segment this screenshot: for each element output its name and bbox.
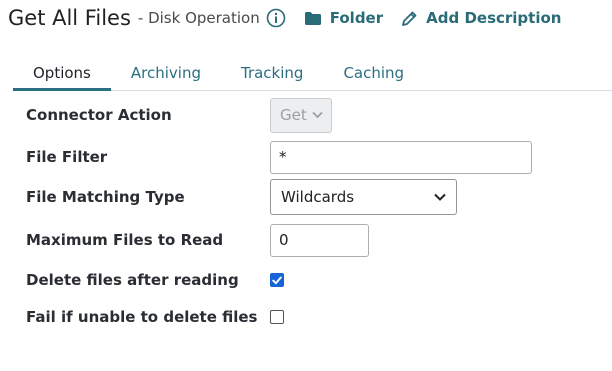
max-files-label: Maximum Files to Read	[26, 231, 224, 249]
file-matching-type-value: Wildcards	[281, 188, 355, 206]
tab-archiving[interactable]: Archiving	[111, 56, 221, 90]
tab-tracking[interactable]: Tracking	[221, 56, 323, 90]
fail-if-unable-checkbox[interactable]	[270, 310, 284, 324]
checkmark-icon	[272, 276, 282, 284]
chevron-down-icon	[312, 111, 323, 119]
connector-action-label: Connector Action	[26, 106, 172, 124]
info-icon[interactable]	[266, 8, 286, 28]
folder-icon	[304, 11, 321, 25]
delete-after-reading-label: Delete files after reading	[26, 271, 239, 289]
fail-if-unable-label: Fail if unable to delete files	[26, 308, 258, 326]
connector-action-value: Get	[280, 106, 307, 124]
connector-action-row: Connector Action Get	[26, 97, 586, 133]
file-filter-label: File Filter	[26, 148, 108, 166]
page-header: Get All Files - Disk Operation Folder Ad…	[8, 3, 561, 33]
tab-options[interactable]: Options	[13, 57, 111, 91]
file-filter-input[interactable]: *	[270, 140, 532, 174]
delete-after-reading-row: Delete files after reading	[26, 265, 586, 295]
file-matching-type-label: File Matching Type	[26, 188, 185, 206]
max-files-input[interactable]: 0	[270, 223, 369, 257]
add-description-button[interactable]: Add Description	[401, 9, 561, 27]
tab-caching[interactable]: Caching	[323, 56, 424, 90]
page-subtitle: - Disk Operation	[137, 9, 260, 27]
file-matching-type-row: File Matching Type Wildcards	[26, 179, 586, 215]
connector-action-select: Get	[270, 97, 332, 133]
add-description-label: Add Description	[426, 9, 562, 27]
max-files-row: Maximum Files to Read 0	[26, 223, 586, 257]
tab-bar: Options Archiving Tracking Caching	[13, 57, 612, 91]
page-title: Get All Files	[8, 6, 131, 30]
delete-after-reading-checkbox[interactable]	[270, 273, 284, 287]
folder-button[interactable]: Folder	[304, 9, 383, 27]
folder-label: Folder	[329, 9, 384, 27]
chevron-down-icon	[434, 193, 446, 201]
pencil-icon	[402, 11, 417, 26]
file-filter-row: File Filter *	[26, 140, 586, 174]
file-matching-type-select[interactable]: Wildcards	[270, 179, 457, 215]
fail-if-unable-row: Fail if unable to delete files	[26, 302, 586, 332]
